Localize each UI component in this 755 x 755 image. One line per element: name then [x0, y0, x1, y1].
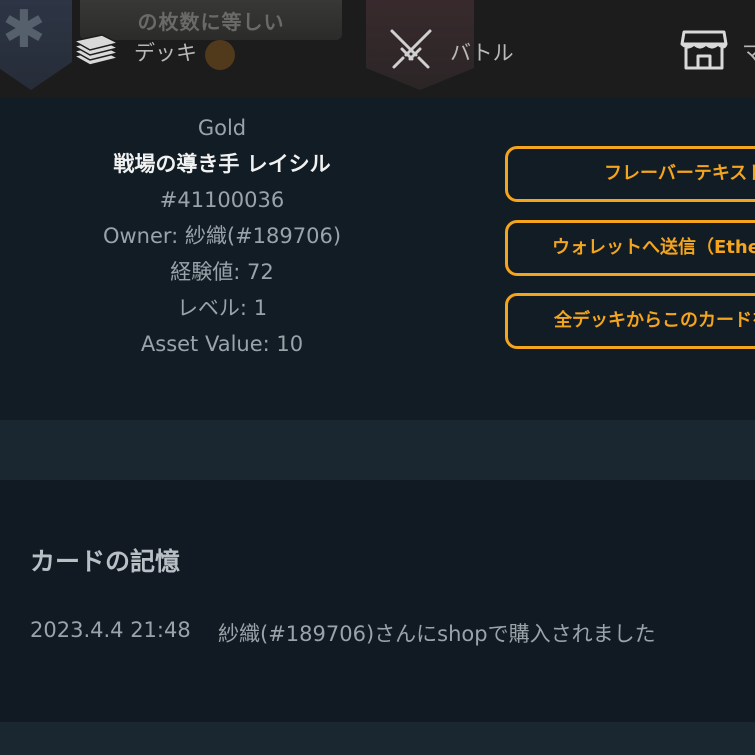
card-rarity: Gold [197, 116, 247, 140]
card-asset-value: Asset Value: 10 [140, 332, 304, 356]
send-to-wallet-button[interactable]: ウォレットへ送信（Ethereum） [505, 220, 755, 276]
coin-icon [205, 40, 235, 70]
memory-entry-text: 紗織(#189706)さんにshopで購入されました [218, 622, 656, 646]
nav-deck-label: デッキ [134, 41, 197, 65]
banner-left-emblem: ✱ [0, 0, 72, 90]
shop-icon [680, 28, 728, 76]
deck-icon [70, 30, 122, 74]
remove-from-all-decks-button[interactable]: 全デッキからこのカードを外す [505, 293, 755, 349]
nav-deck[interactable]: デッキ [70, 30, 197, 74]
card-exp: 経験値: 72 [170, 260, 274, 284]
memory-entry-date: 2023.4.4 21:48 [30, 618, 191, 642]
top-nav: ✱ の枚数に等しい デッキ バトル マ [0, 0, 755, 98]
section-divider [0, 420, 755, 480]
nav-battle-label: バトル [450, 41, 514, 65]
memory-title: カードの記憶 [30, 547, 181, 576]
card-owner: Owner: 紗織(#189706) [102, 224, 342, 248]
card-memory-section: カードの記憶 2023.4.4 21:48 紗織(#189706)さんにshop… [0, 480, 755, 722]
section-divider-bottom [0, 722, 755, 755]
nav-shop-label: マ [742, 41, 755, 65]
nav-battle[interactable]: バトル [386, 29, 514, 74]
nav-shop[interactable]: マ [680, 30, 755, 74]
card-level: レベル: 1 [176, 296, 268, 320]
card-name: 戦場の導き手 レイシル [113, 152, 331, 176]
card-details: Gold 戦場の導き手 レイシル #41100036 Owner: 紗織(#18… [0, 110, 444, 362]
swords-icon [386, 25, 436, 79]
asterisk-icon: ✱ [2, 0, 46, 60]
card-info-panel: Gold 戦場の導き手 レイシル #41100036 Owner: 紗織(#18… [0, 98, 755, 420]
card-id: #41100036 [159, 188, 285, 212]
flavor-text-button[interactable]: フレーバーテキスト [505, 146, 755, 202]
